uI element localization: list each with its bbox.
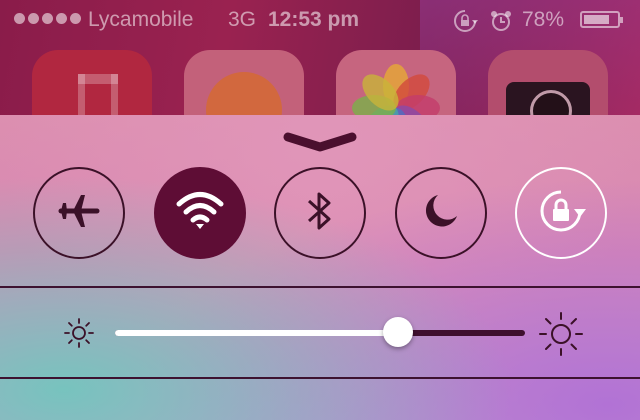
chevron-down-icon[interactable] bbox=[282, 131, 358, 155]
control-center-panel bbox=[0, 115, 640, 420]
brightness-slider-thumb[interactable] bbox=[382, 317, 413, 347]
wifi-icon bbox=[175, 189, 225, 238]
airplane-icon bbox=[57, 189, 101, 238]
moon-icon bbox=[421, 191, 461, 236]
wifi-toggle[interactable] bbox=[154, 167, 246, 259]
carrier-name: Lycamobile bbox=[88, 8, 194, 31]
rotation-lock-icon bbox=[452, 8, 478, 40]
brightness-slider-track[interactable] bbox=[115, 330, 525, 336]
airplane-mode-toggle[interactable] bbox=[33, 167, 125, 259]
rotation-lock-toggle[interactable] bbox=[515, 167, 607, 259]
battery-icon bbox=[580, 11, 623, 28]
do-not-disturb-toggle[interactable] bbox=[395, 167, 487, 259]
status-bar: Lycamobile 3G 12:53 pm 78% bbox=[0, 0, 640, 40]
sun-large-icon bbox=[538, 311, 584, 357]
battery-percentage: 78% bbox=[522, 8, 565, 31]
sun-small-icon bbox=[63, 317, 95, 349]
network-type: 3G bbox=[228, 8, 257, 31]
alarm-icon bbox=[488, 8, 514, 40]
rotation-lock-icon bbox=[536, 186, 586, 241]
signal-strength-icon bbox=[14, 13, 81, 24]
divider bbox=[0, 286, 640, 288]
divider bbox=[0, 377, 640, 379]
status-time: 12:53 pm bbox=[268, 8, 360, 31]
bluetooth-icon bbox=[305, 188, 335, 239]
bluetooth-toggle[interactable] bbox=[274, 167, 366, 259]
brightness-slider-fill bbox=[115, 330, 398, 336]
